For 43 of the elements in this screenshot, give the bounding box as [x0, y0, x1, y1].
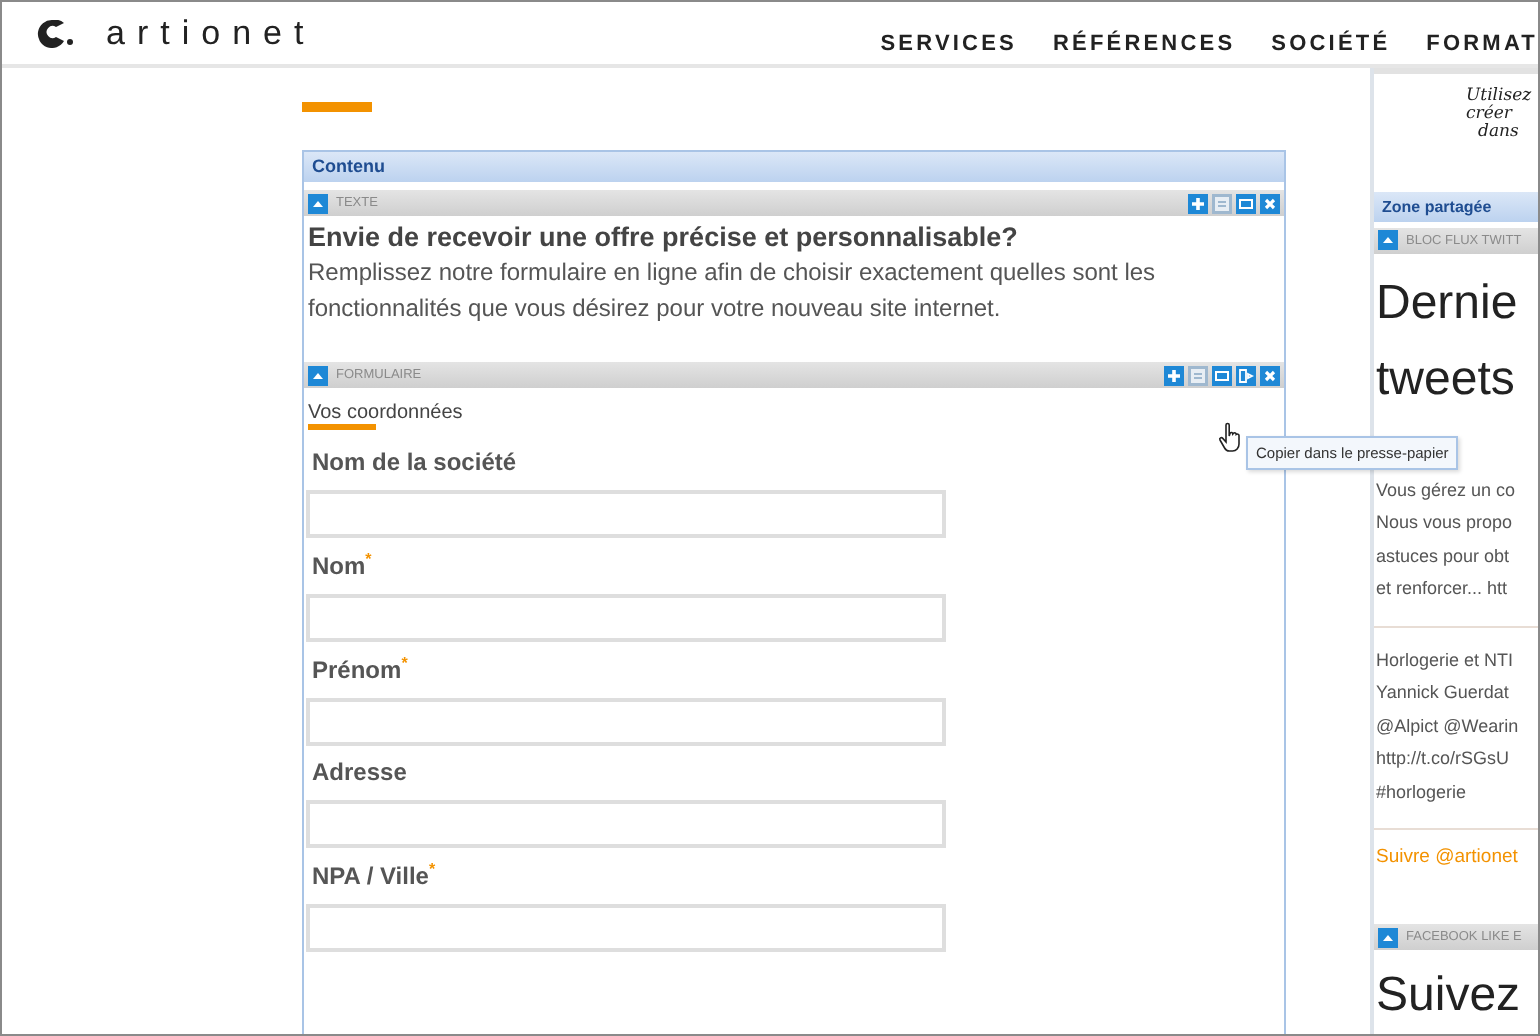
input-field[interactable] [306, 594, 946, 642]
input-field[interactable] [306, 800, 946, 848]
field-label: Nom$^{*}$ [312, 550, 374, 580]
input-field[interactable] [306, 490, 946, 538]
nav-link[interactable]: SOCIÉTÉ [1271, 32, 1391, 56]
collapse-icon[interactable] [1378, 927, 1398, 947]
nav-link[interactable]: RÉFÉRENCES [1052, 32, 1236, 56]
tweet-text: Vous gérez un co [1374, 477, 1518, 504]
window-icon[interactable] [1236, 193, 1256, 213]
collapse-icon[interactable] [308, 365, 328, 385]
tweet-text: Nous vous propo [1374, 510, 1515, 536]
tweet-text: astuces pour obt [1374, 543, 1512, 570]
block-heading: Suivez [1374, 966, 1523, 1026]
tweet-text: et renforcer... htt [1374, 576, 1510, 602]
field-label: Adresse [312, 758, 409, 786]
tweet-text: Horlogerie et NTI [1374, 647, 1516, 674]
input-field[interactable] [306, 904, 946, 952]
tweet-text: #horlogerie [1374, 779, 1469, 806]
nav-link[interactable]: FORMAT [1426, 32, 1538, 56]
tweet-text: http://t.co/rSGsU [1374, 746, 1512, 772]
block-heading: Dernie [1374, 273, 1520, 333]
close-icon[interactable] [1260, 365, 1280, 385]
block-paragraph: Remplissez notre formulaire en ligne afin de choisir exactement quelles sont les fonctionnalités que vous désirez pour votre nouveau site internet. [308, 256, 1158, 326]
block-heading: tweets [1374, 349, 1517, 409]
section-title: Vos coordonnées [308, 402, 465, 424]
panel-title: Zone partagée [1374, 191, 1538, 221]
tweet-text: Yannick Guerdat [1374, 680, 1511, 706]
field-label: Prénom$^{*}$ [312, 654, 410, 684]
hand-cursor-icon [1218, 422, 1242, 452]
close-icon[interactable] [1260, 193, 1280, 213]
tweet-text: @Alpict @Wearin [1374, 713, 1521, 740]
collapse-icon[interactable] [1378, 230, 1398, 250]
panel-title: Contenu [304, 152, 1284, 182]
field-label: NPA / Ville$^{*}$ [312, 860, 438, 890]
logo-text[interactable]: artionet [106, 13, 316, 53]
add-icon[interactable] [1188, 193, 1208, 213]
window-icon[interactable] [1212, 365, 1232, 385]
nav-link[interactable]: SERVICES [880, 32, 1017, 56]
collapse-icon[interactable] [308, 193, 328, 213]
block-heading: Envie de recevoir une offre précise et personnalisable? [306, 220, 1020, 252]
input-field[interactable] [306, 698, 946, 746]
add-icon[interactable] [1164, 365, 1184, 385]
export-icon[interactable] [1236, 365, 1256, 385]
